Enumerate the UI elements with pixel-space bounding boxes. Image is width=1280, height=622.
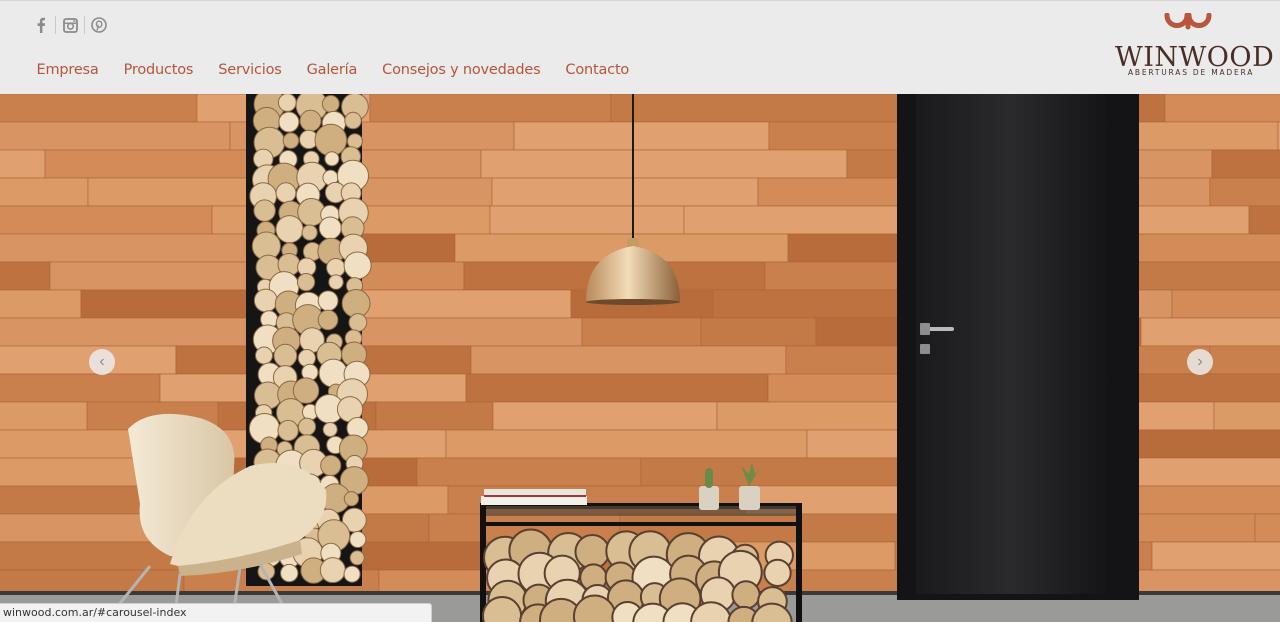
pinterest-icon[interactable] <box>85 15 113 35</box>
nav-item-productos[interactable]: Productos <box>111 59 206 81</box>
chevron-left-icon: ‹ <box>99 353 105 370</box>
carousel-prev-button[interactable]: ‹ <box>89 349 115 375</box>
social-links <box>27 15 113 35</box>
nav-item-servicios[interactable]: Servicios <box>206 59 294 81</box>
main-nav: Empresa Productos Servicios Galería Cons… <box>24 59 642 81</box>
carousel-next-button[interactable]: › <box>1187 349 1213 375</box>
instagram-icon[interactable] <box>56 15 84 35</box>
logo-mark-icon <box>1164 13 1212 30</box>
nav-item-galeria[interactable]: Galería <box>294 59 370 81</box>
hero-slide-image <box>0 94 1280 622</box>
site-header: Empresa Productos Servicios Galería Cons… <box>0 0 1280 94</box>
chevron-right-icon: › <box>1197 353 1203 370</box>
nav-item-empresa[interactable]: Empresa <box>24 59 111 81</box>
nav-item-contacto[interactable]: Contacto <box>553 59 642 81</box>
hero-carousel: ‹ › <box>0 94 1280 622</box>
logo-tagline: ABERTURAS DE MADERA <box>1128 68 1255 77</box>
browser-status-bar: winwood.com.ar/#carousel-index <box>0 603 432 622</box>
nav-item-consejos[interactable]: Consejos y novedades <box>370 59 553 81</box>
facebook-icon[interactable] <box>27 15 55 35</box>
brand-logo[interactable]: WINWOOD ABERTURAS DE MADERA <box>1112 13 1274 83</box>
